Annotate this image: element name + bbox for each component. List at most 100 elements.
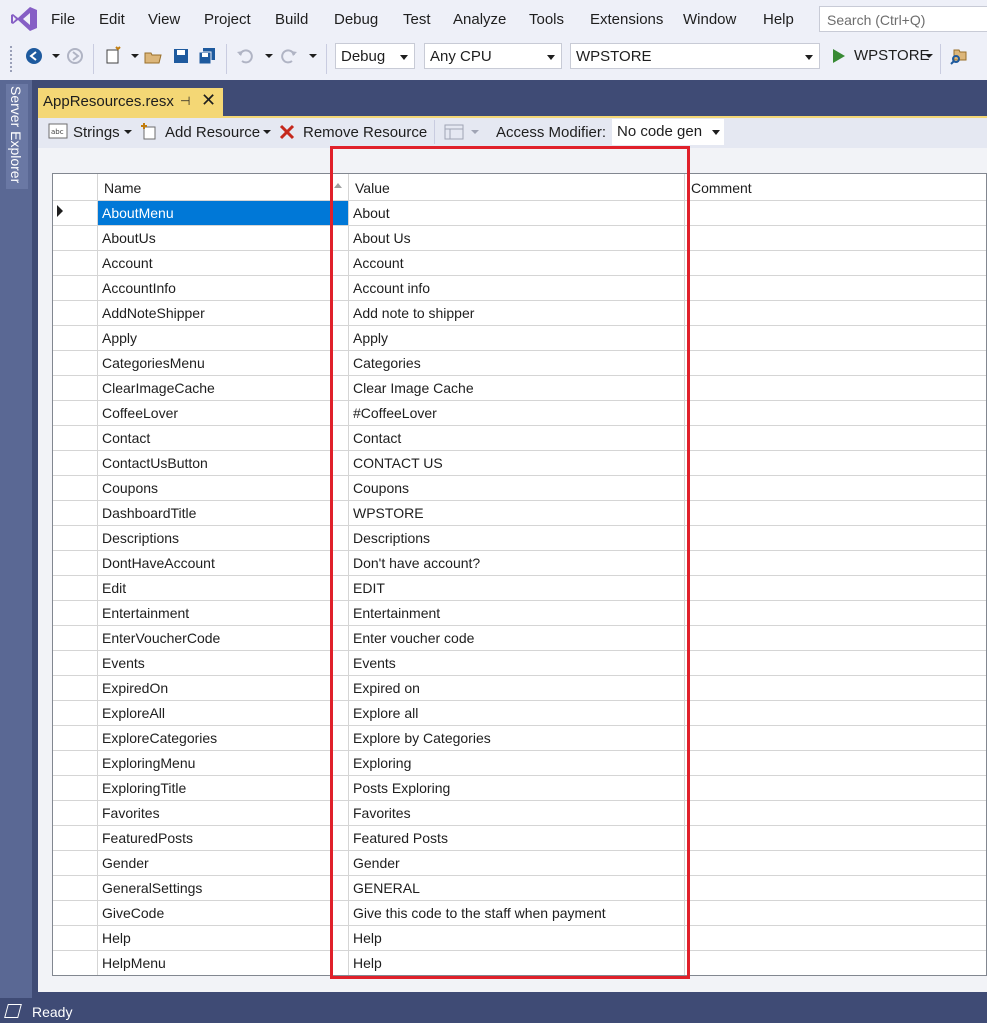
row-header[interactable] bbox=[53, 451, 98, 476]
cell-comment[interactable] bbox=[685, 776, 986, 801]
cell-value[interactable]: WPSTORE bbox=[349, 501, 685, 526]
row-header[interactable] bbox=[53, 326, 98, 351]
cell-name[interactable]: Events bbox=[98, 651, 349, 676]
cell-name[interactable]: ExploreAll bbox=[98, 701, 349, 726]
cell-comment[interactable] bbox=[685, 401, 986, 426]
table-row[interactable]: CoffeeLover #CoffeeLover bbox=[53, 401, 986, 426]
table-row[interactable]: Contact Contact bbox=[53, 426, 986, 451]
cell-name[interactable]: CategoriesMenu bbox=[98, 351, 349, 376]
row-header[interactable] bbox=[53, 726, 98, 751]
cell-name[interactable]: Help bbox=[98, 926, 349, 951]
table-row[interactable]: AccountInfo Account info bbox=[53, 276, 986, 301]
save-all-icon[interactable] bbox=[198, 47, 216, 65]
cell-name[interactable]: Gender bbox=[98, 851, 349, 876]
row-header[interactable] bbox=[53, 201, 98, 226]
cell-comment[interactable] bbox=[685, 501, 986, 526]
row-header[interactable] bbox=[53, 676, 98, 701]
remove-resource-icon[interactable] bbox=[279, 124, 295, 140]
cell-comment[interactable] bbox=[685, 851, 986, 876]
cell-name[interactable]: Contact bbox=[98, 426, 349, 451]
cell-name[interactable]: Account bbox=[98, 251, 349, 276]
configuration-dropdown[interactable]: Debug bbox=[335, 43, 415, 69]
cell-comment[interactable] bbox=[685, 751, 986, 776]
table-row[interactable]: CategoriesMenu Categories bbox=[53, 351, 986, 376]
remove-resource-button[interactable]: Remove Resource bbox=[303, 124, 427, 141]
menu-debug[interactable]: Debug bbox=[334, 11, 378, 28]
table-row[interactable]: AboutUs About Us bbox=[53, 226, 986, 251]
add-resource-icon[interactable] bbox=[140, 122, 158, 140]
cell-name[interactable]: ExpiredOn bbox=[98, 676, 349, 701]
cell-value[interactable]: #CoffeeLover bbox=[349, 401, 685, 426]
row-header[interactable] bbox=[53, 276, 98, 301]
row-header[interactable] bbox=[53, 851, 98, 876]
row-header[interactable] bbox=[53, 476, 98, 501]
row-header[interactable] bbox=[53, 576, 98, 601]
cell-name[interactable]: GiveCode bbox=[98, 901, 349, 926]
navigate-forward-icon[interactable] bbox=[66, 47, 84, 65]
menu-build[interactable]: Build bbox=[275, 11, 308, 28]
cell-value[interactable]: Featured Posts bbox=[349, 826, 685, 851]
cell-comment[interactable] bbox=[685, 701, 986, 726]
row-header[interactable] bbox=[53, 701, 98, 726]
cell-name[interactable]: Apply bbox=[98, 326, 349, 351]
cell-comment[interactable] bbox=[685, 201, 986, 226]
cell-name[interactable]: GeneralSettings bbox=[98, 876, 349, 901]
redo-dropdown-icon[interactable] bbox=[309, 54, 317, 58]
menu-file[interactable]: File bbox=[51, 11, 75, 28]
table-row[interactable]: ExploreAll Explore all bbox=[53, 701, 986, 726]
cell-value[interactable]: Favorites bbox=[349, 801, 685, 826]
cell-value[interactable]: Explore all bbox=[349, 701, 685, 726]
cell-value[interactable]: Clear Image Cache bbox=[349, 376, 685, 401]
cell-comment[interactable] bbox=[685, 626, 986, 651]
redo-icon[interactable] bbox=[280, 47, 298, 65]
new-dropdown-icon[interactable] bbox=[131, 54, 139, 58]
menu-tools[interactable]: Tools bbox=[529, 11, 564, 28]
table-row[interactable]: DontHaveAccount Don't have account? bbox=[53, 551, 986, 576]
cell-value[interactable]: About bbox=[349, 201, 685, 226]
cell-comment[interactable] bbox=[685, 651, 986, 676]
cell-comment[interactable] bbox=[685, 526, 986, 551]
cell-value[interactable]: Give this code to the staff when payment bbox=[349, 901, 685, 926]
document-tab[interactable]: AppResources.resx ⊣ ✕ bbox=[38, 88, 223, 116]
row-header[interactable] bbox=[53, 826, 98, 851]
row-header[interactable] bbox=[53, 526, 98, 551]
cell-name[interactable]: CoffeeLover bbox=[98, 401, 349, 426]
table-row[interactable]: DashboardTitle WPSTORE bbox=[53, 501, 986, 526]
cell-value[interactable]: Entertainment bbox=[349, 601, 685, 626]
cell-value[interactable]: Account bbox=[349, 251, 685, 276]
cell-name[interactable]: FeaturedPosts bbox=[98, 826, 349, 851]
table-row[interactable]: GiveCode Give this code to the staff when… bbox=[53, 901, 986, 926]
table-row[interactable]: FeaturedPosts Featured Posts bbox=[53, 826, 986, 851]
cell-value[interactable]: Categories bbox=[349, 351, 685, 376]
row-header[interactable] bbox=[53, 876, 98, 901]
cell-name[interactable]: ClearImageCache bbox=[98, 376, 349, 401]
cell-comment[interactable] bbox=[685, 276, 986, 301]
cell-comment[interactable] bbox=[685, 826, 986, 851]
cell-value[interactable]: Help bbox=[349, 951, 685, 975]
row-header[interactable] bbox=[53, 751, 98, 776]
menu-test[interactable]: Test bbox=[403, 11, 431, 28]
cell-comment[interactable] bbox=[685, 801, 986, 826]
menu-extensions[interactable]: Extensions bbox=[590, 11, 663, 28]
menu-window[interactable]: Window bbox=[683, 11, 736, 28]
cell-name[interactable]: ExploreCategories bbox=[98, 726, 349, 751]
new-project-icon[interactable] bbox=[104, 46, 122, 64]
table-row[interactable]: Favorites Favorites bbox=[53, 801, 986, 826]
platform-dropdown[interactable]: Any CPU bbox=[424, 43, 562, 69]
row-header[interactable] bbox=[53, 301, 98, 326]
cell-comment[interactable] bbox=[685, 476, 986, 501]
cell-comment[interactable] bbox=[685, 951, 986, 975]
table-row[interactable]: ContactUsButton CONTACT US bbox=[53, 451, 986, 476]
table-row[interactable]: ExploringTitle Posts Exploring bbox=[53, 776, 986, 801]
table-row[interactable]: Gender Gender bbox=[53, 851, 986, 876]
table-row[interactable]: ExploreCategories Explore by Categories bbox=[53, 726, 986, 751]
cell-name[interactable]: AboutMenu bbox=[98, 201, 349, 226]
view-grid-icon[interactable] bbox=[444, 124, 464, 140]
add-resource-button[interactable]: Add Resource bbox=[165, 124, 260, 141]
close-icon[interactable]: ✕ bbox=[201, 90, 216, 111]
cell-name[interactable]: Favorites bbox=[98, 801, 349, 826]
cell-name[interactable]: AddNoteShipper bbox=[98, 301, 349, 326]
table-row[interactable]: AddNoteShipper Add note to shipper bbox=[53, 301, 986, 326]
open-folder-icon[interactable] bbox=[144, 47, 162, 65]
cell-name[interactable]: ContactUsButton bbox=[98, 451, 349, 476]
